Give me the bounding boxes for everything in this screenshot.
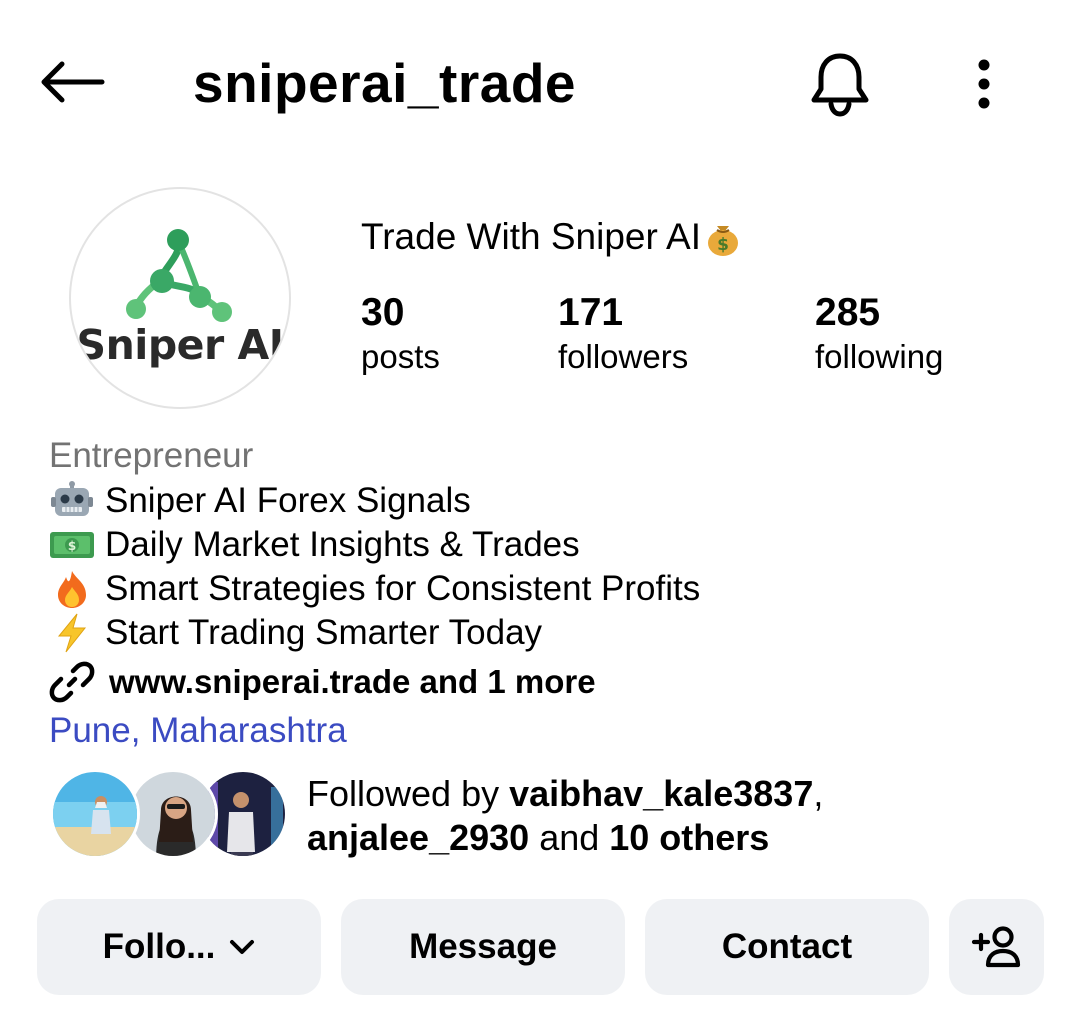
chevron-down-icon — [230, 940, 255, 954]
dollar-banknote-emoji: $ — [49, 525, 95, 565]
profile-category: Entrepreneur — [49, 436, 254, 475]
arrow-left-icon — [41, 61, 105, 103]
bio-line: Start Trading Smarter Today — [49, 611, 1049, 655]
bell-icon — [811, 53, 869, 117]
followed-by-and: and — [529, 817, 610, 858]
avatar-logo-text: Sniper AI — [76, 321, 284, 369]
more-vertical-icon — [978, 59, 990, 109]
mutual-follower-username: anjalee_2930 — [307, 817, 530, 858]
message-button[interactable]: Message — [341, 899, 625, 995]
svg-text:$: $ — [717, 235, 729, 255]
following-label: following — [815, 338, 944, 375]
profile-display-name: Trade With Sniper AI $ — [361, 214, 743, 260]
contact-button[interactable]: Contact — [645, 899, 929, 995]
money-bag-emoji: $ — [708, 226, 738, 256]
suggested-users-button[interactable] — [949, 899, 1044, 995]
mutual-follower-username: vaibhav_kale3837 — [509, 773, 814, 814]
fire-emoji — [49, 569, 95, 609]
notifications-button[interactable] — [800, 44, 880, 124]
profile-username: sniperai_trade — [193, 52, 577, 114]
posts-count: 30 — [361, 291, 405, 334]
lightning-emoji — [49, 613, 95, 653]
mutual-follower-avatar — [128, 769, 218, 859]
location-link[interactable]: Pune, Maharashtra — [49, 707, 1049, 755]
mutual-follower-avatar — [50, 769, 140, 859]
followers-label: followers — [558, 338, 689, 375]
bio-line-text: Sniper AI Forex Signals — [105, 481, 471, 520]
svg-text:$: $ — [68, 539, 76, 553]
message-button-label: Message — [409, 927, 557, 966]
followed-by-separator: , — [813, 773, 824, 814]
bio-line-text: Daily Market Insights & Trades — [105, 525, 580, 564]
following-stat[interactable]: 285 following — [815, 290, 943, 378]
followers-count: 171 — [558, 291, 624, 334]
followed-by-text[interactable]: Followed by vaibhav_kale3837, anjalee_29… — [307, 772, 823, 860]
bio-link-text: www.sniperai.trade and 1 more — [109, 663, 596, 700]
bio-line: $ Daily Market Insights & Trades — [49, 523, 1049, 567]
bio-link[interactable]: www.sniperai.trade and 1 more — [49, 657, 1049, 707]
robot-emoji — [49, 481, 95, 521]
following-count: 285 — [815, 291, 881, 334]
profile-avatar[interactable]: Sniper AI — [69, 187, 291, 409]
followed-by-prefix: Followed by — [307, 773, 510, 814]
followers-stat[interactable]: 171 followers — [558, 290, 688, 378]
sniper-ai-logo-mark — [126, 229, 232, 322]
bio-line-text: Start Trading Smarter Today — [105, 613, 543, 652]
contact-button-label: Contact — [721, 927, 853, 966]
bio-line: Smart Strategies for Consistent Profits — [49, 567, 1049, 611]
more-options-button[interactable] — [956, 48, 1012, 120]
link-icon — [49, 661, 95, 703]
following-button[interactable]: Follo... — [37, 899, 321, 995]
display-name-text: Trade With Sniper AI — [361, 216, 701, 257]
back-button[interactable] — [30, 48, 114, 116]
mutual-followers-others: 10 others — [609, 817, 770, 858]
profile-bio: Entrepreneur Sniper AI Forex Signals $ D… — [49, 433, 1049, 755]
posts-stat[interactable]: 30 posts — [361, 290, 440, 378]
bio-line: Sniper AI Forex Signals — [49, 479, 1049, 523]
following-button-label: Follo... — [102, 927, 216, 966]
mutual-followers-avatars[interactable] — [50, 769, 288, 861]
posts-label: posts — [361, 338, 440, 375]
add-person-icon — [971, 926, 1020, 968]
bio-line-text: Smart Strategies for Consistent Profits — [105, 569, 701, 608]
